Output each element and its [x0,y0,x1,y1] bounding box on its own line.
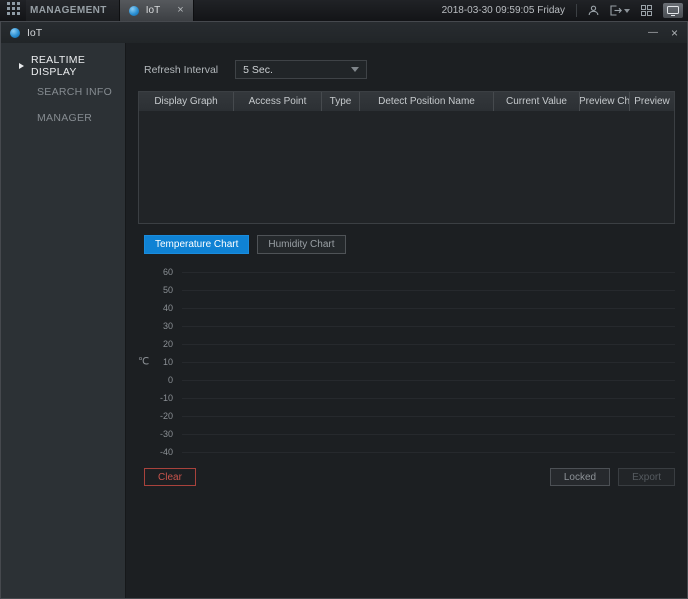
window-title: IoT [27,27,42,39]
apps-grid-icon [7,2,20,20]
sidebar-item-search-info[interactable]: SEARCH INFO [1,79,125,105]
iot-window: IoT — × REALTIME DISPLAY SEARCH INFO MAN… [0,21,688,599]
iot-tab-icon [129,6,139,16]
chart-gridline-row: -40 [154,443,675,461]
y-axis-unit-label: ℃ [138,357,149,368]
chart-actions: Clear Locked Export [144,468,675,486]
apps-menu-button[interactable] [0,0,26,21]
iot-window-icon [10,28,20,38]
user-account-button[interactable] [588,5,599,16]
chart-gridline-row: 0 [154,371,675,389]
sidebar-item-manager[interactable]: MANAGER [1,105,125,131]
y-tick-label: -40 [154,447,182,457]
tab-management-label: MANAGEMENT [30,5,107,16]
sensor-table-body [139,111,674,223]
sidebar: REALTIME DISPLAY SEARCH INFO MANAGER [1,43,126,598]
window-controls: — × [648,26,678,40]
col-header-type: Type [322,92,360,111]
chart-gridline-row: -20 [154,407,675,425]
tab-management[interactable]: MANAGEMENT [26,0,119,21]
tab-iot-label: IoT [146,5,160,16]
y-tick-label: 60 [154,267,182,277]
y-tick-label: 30 [154,321,182,331]
tab-close-icon[interactable]: × [177,5,183,16]
sidebar-item-label: MANAGER [37,112,92,124]
chevron-down-icon [351,67,359,72]
right-buttons: Locked Export [550,468,675,486]
sensor-table-header: Display Graph Access Point Type Detect P… [139,92,674,111]
tab-humidity-chart[interactable]: Humidity Chart [257,235,345,254]
col-header-access-point: Access Point [234,92,322,111]
tab-iot[interactable]: IoT × [119,0,194,21]
sidebar-item-realtime-display[interactable]: REALTIME DISPLAY [1,53,125,79]
chart-gridline-row: 50 [154,281,675,299]
gridline [182,290,675,291]
col-header-preview: Preview [630,92,674,111]
sidebar-item-label: REALTIME DISPLAY [31,54,125,78]
display-output-button[interactable] [663,3,683,18]
chart-tabs: Temperature Chart Humidity Chart [144,235,675,254]
y-tick-label: -10 [154,393,182,403]
sidebar-item-label: SEARCH INFO [37,86,112,98]
refresh-interval-label: Refresh Interval [144,64,218,76]
chart-gridline-row: 30 [154,317,675,335]
active-item-arrow-icon [19,63,24,69]
export-button[interactable]: Export [618,468,675,486]
y-tick-label: -30 [154,429,182,439]
refresh-interval-select[interactable]: 5 Sec. [235,60,367,79]
y-tick-label: 20 [154,339,182,349]
gridline [182,452,675,453]
app-topbar: MANAGEMENT IoT × 2018-03-30 09:59:05 Fri… [0,0,688,21]
col-header-preview-ch: Preview Ch [580,92,630,111]
clear-button[interactable]: Clear [144,468,196,486]
chart-gridline-row: -30 [154,425,675,443]
datetime-text: 2018-03-30 09:59:05 Friday [442,5,565,16]
y-tick-label: 0 [154,375,182,385]
gridline [182,272,675,273]
chart-gridline-row: 10 [154,353,675,371]
gridline [182,398,675,399]
y-tick-label: 10 [154,357,182,367]
gridline [182,434,675,435]
locked-button[interactable]: Locked [550,468,610,486]
col-header-detect-position-name: Detect Position Name [360,92,494,111]
topbar-divider [576,4,577,17]
gridline [182,308,675,309]
minimize-button[interactable]: — [648,27,658,38]
main-panel: Refresh Interval 5 Sec. Display Graph Ac… [126,43,687,598]
gridline [182,380,675,381]
logout-button[interactable] [610,5,630,16]
temperature-chart: ℃ 60 50 40 30 20 10 0 -10 -20 -30 -40 [138,263,675,461]
screen: MANAGEMENT IoT × 2018-03-30 09:59:05 Fri… [0,0,688,599]
y-tick-label: 50 [154,285,182,295]
gridline [182,362,675,363]
chart-gridline-row: 60 [154,263,675,281]
topbar-right: 2018-03-30 09:59:05 Friday [442,0,688,21]
chart-gridline-row: 40 [154,299,675,317]
tab-temperature-chart[interactable]: Temperature Chart [144,235,249,254]
gridline [182,416,675,417]
logout-caret-icon [624,9,630,13]
y-tick-label: 40 [154,303,182,313]
sensor-table: Display Graph Access Point Type Detect P… [138,91,675,224]
y-tick-label: -20 [154,411,182,421]
close-button[interactable]: × [671,26,678,40]
iot-window-titlebar: IoT — × [1,22,687,43]
chart-gridline-row: 20 [154,335,675,353]
refresh-interval-value: 5 Sec. [243,64,273,76]
gridline [182,344,675,345]
col-header-current-value: Current Value [494,92,580,111]
refresh-interval-row: Refresh Interval 5 Sec. [144,60,675,79]
gridline [182,326,675,327]
screen-layout-button[interactable] [641,5,652,16]
window-body: REALTIME DISPLAY SEARCH INFO MANAGER Ref… [1,43,687,598]
chart-gridline-row: -10 [154,389,675,407]
col-header-display-graph: Display Graph [139,92,234,111]
